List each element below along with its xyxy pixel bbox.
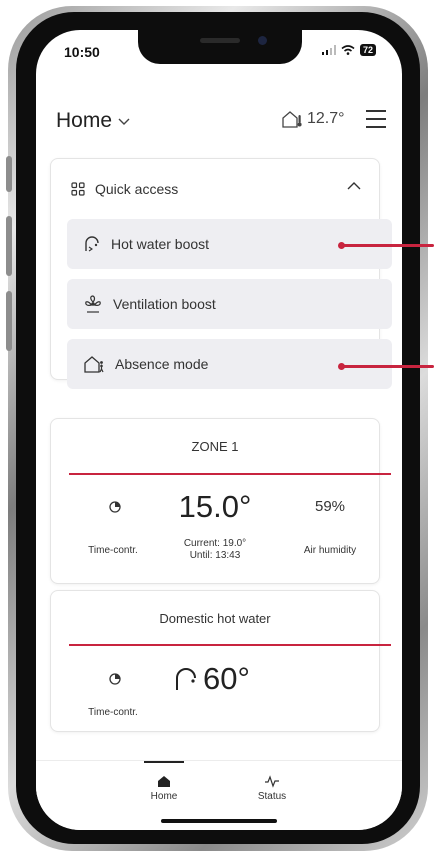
- house-person-icon: [84, 356, 104, 373]
- absence-mode-label: Absence mode: [115, 356, 209, 372]
- fan-icon: [85, 295, 101, 313]
- domestic-hot-water-card[interactable]: Domestic hot water 60° Time-contr.: [50, 590, 391, 732]
- callout-pointer-hot-water: [338, 242, 434, 249]
- activity-icon: [265, 775, 279, 788]
- notch: [138, 30, 302, 64]
- dhw-divider: [69, 644, 391, 646]
- nav-status[interactable]: Status: [232, 775, 312, 802]
- clock-icon: [109, 673, 121, 688]
- quick-access-header[interactable]: Quick access: [71, 181, 178, 197]
- zone-title: ZONE 1: [191, 439, 239, 454]
- battery-level: 72: [359, 44, 376, 56]
- humidity-label: Air humidity: [303, 545, 357, 556]
- outdoor-temperature: 12.7°: [281, 110, 345, 128]
- home-icon: [158, 776, 170, 787]
- hot-water-icon: [176, 668, 196, 690]
- volume-up-button: [6, 216, 12, 276]
- status-icons: 72: [321, 44, 376, 56]
- callout-pointer-absence: [338, 363, 434, 370]
- dhw-setpoint-group[interactable]: 60°: [173, 661, 250, 697]
- signal-icon: [321, 45, 336, 55]
- home-selector[interactable]: Home: [56, 109, 112, 133]
- nav-home-label: Home: [150, 791, 178, 802]
- nav-status-label: Status: [257, 791, 287, 802]
- active-tab-indicator: [144, 761, 184, 763]
- grid-icon: [71, 182, 85, 196]
- bottom-navigation: Home Status: [36, 760, 402, 830]
- status-time: 10:50: [64, 44, 100, 60]
- hot-water-icon: [85, 236, 99, 252]
- humidity-value: 59%: [314, 498, 346, 515]
- wifi-icon: [341, 45, 355, 55]
- dhw-setpoint: 60°: [203, 661, 250, 696]
- zone-mode-label: Time-contr.: [88, 545, 138, 556]
- volume-down-button: [6, 291, 12, 351]
- dhw-title: Domestic hot water: [159, 611, 271, 626]
- zone-current-temp: Current: 19.0°: [183, 538, 247, 549]
- ventilation-boost-button[interactable]: Ventilation boost: [67, 279, 392, 329]
- zone-divider: [69, 473, 391, 475]
- ventilation-boost-label: Ventilation boost: [113, 296, 216, 312]
- speaker: [200, 38, 240, 43]
- zone-1-card[interactable]: ZONE 1 15.0° 59% Time-contr. Current: 19…: [50, 418, 391, 584]
- chevron-down-icon[interactable]: [118, 115, 130, 129]
- zone-until-time: Until: 13:43: [189, 550, 241, 561]
- hot-water-boost-label: Hot water boost: [111, 236, 210, 252]
- home-indicator: [161, 819, 277, 823]
- quick-access-card: Quick access Hot water boost Ventilation…: [50, 158, 392, 389]
- app-header: Home 12.7°: [56, 106, 386, 136]
- front-camera: [258, 36, 267, 45]
- outdoor-temp-value: 12.7°: [307, 110, 345, 127]
- quick-access-title: Quick access: [95, 181, 179, 197]
- nav-home[interactable]: Home: [124, 775, 204, 802]
- menu-icon[interactable]: [366, 110, 386, 128]
- mute-switch: [6, 156, 12, 192]
- dhw-mode-label: Time-contr.: [88, 707, 138, 718]
- house-thermometer-icon: [282, 111, 302, 128]
- app-screen: 10:50 72 Home 12.7° Quick access Hot wat…: [36, 30, 402, 830]
- chevron-up-icon[interactable]: [347, 177, 361, 193]
